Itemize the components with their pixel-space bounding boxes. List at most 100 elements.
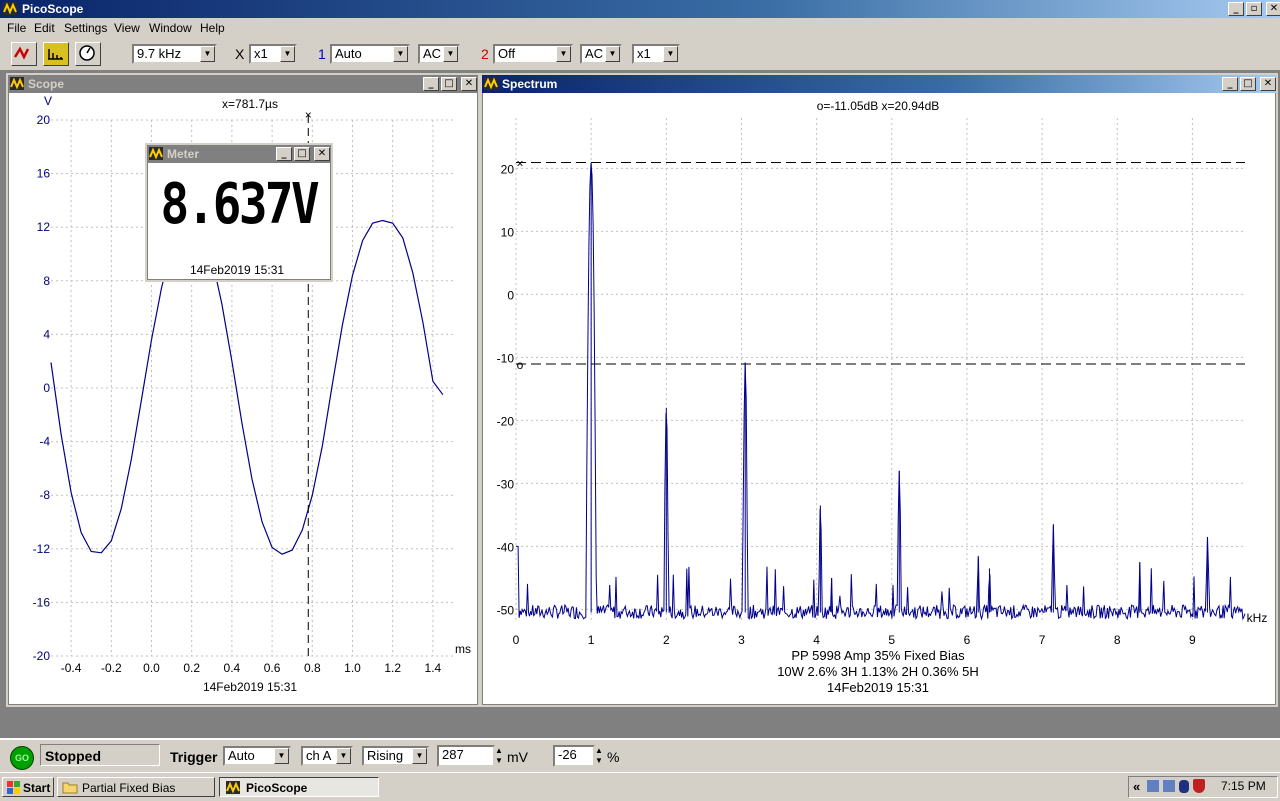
channel-2-coupling-select[interactable]: AC ▼ [580,44,622,64]
scope-x-tick-label: 1.4 [425,661,442,675]
bluetooth-icon[interactable] [1179,780,1189,793]
spectrum-caption-2: 10W 2.6% 3H 1.13% 2H 0.36% 5H [777,664,979,679]
scope-y-tick-label: 8 [43,274,50,288]
trigger-mode-value: Auto [228,748,255,763]
spectrum-x-marker: × [516,156,523,170]
pretrigger-input[interactable]: -26 [553,745,595,767]
spectrum-window: Spectrum _ □ ✕ o=-11.05dB x=20.94dB kHz … [480,73,1278,707]
task-partial-fixed-bias[interactable]: Partial Fixed Bias [57,777,215,797]
meter-view-button[interactable] [75,42,101,66]
chevron-down-icon: ▼ [443,46,458,62]
scope-cursor-readout: x=781.7µs [222,97,278,111]
scope-x-tick-label: 0.4 [224,661,241,675]
channel-2-multiplier-select[interactable]: x1 ▼ [632,44,680,64]
channel-1-label: 1 [318,46,326,62]
spectrum-y-tick-label: 20 [501,162,515,176]
maximize-button[interactable]: □ [294,147,310,161]
spectrum-y-tick-label: 10 [501,225,515,239]
close-button[interactable]: ✕ [461,77,477,91]
app-title: PicoScope [22,2,84,16]
channel-2-range-select[interactable]: Off ▼ [493,44,573,64]
scope-y-tick-label: -4 [39,435,50,449]
spectrum-y-tick-label: -30 [497,477,515,491]
trigger-level-unit: mV [507,749,528,765]
chevron-down-icon: ▼ [556,46,571,62]
spectrum-view-button[interactable] [43,42,69,66]
spectrum-x-tick-label: 2 [663,633,670,647]
clock: 7:15 PM [1221,779,1266,793]
zoom-select[interactable]: x1 ▼ [249,44,297,64]
close-button[interactable]: ✕ [1266,2,1280,16]
picoscope-app-icon [149,147,163,160]
shield-icon[interactable] [1193,779,1205,793]
scope-view-button[interactable] [11,42,37,66]
trigger-channel-select[interactable]: ch A ▼ [301,746,353,766]
minimize-button[interactable]: _ [1222,77,1238,91]
spectrum-icon [48,49,63,60]
trigger-level-input[interactable]: 287 [437,745,495,767]
trigger-mode-select[interactable]: Auto ▼ [223,746,291,766]
task-picoscope[interactable]: PicoScope [219,777,379,797]
channel-1-range-value: Auto [335,46,362,61]
status-bar: GO Stopped Trigger Auto ▼ ch A ▼ Rising … [0,738,1280,774]
channel-2-multiplier-value: x1 [637,46,651,61]
scope-title-bar: Scope _ □ ✕ [8,75,478,93]
spectrum-title-bar: Spectrum _ □ ✕ [482,75,1276,93]
channel-2-label: 2 [481,46,489,62]
task-label: PicoScope [246,781,308,795]
tray-expand-icon[interactable]: « [1133,779,1140,794]
timebase-value: 9.7 kHz [137,46,182,61]
scope-icon [13,46,30,60]
zoom-x-label: X [235,46,245,62]
go-button[interactable]: GO [10,746,34,770]
menu-bar: File Edit Settings View Window Help [0,18,1280,38]
scope-x-tick-label: 1.2 [384,661,401,675]
spectrum-cursor-readout: o=-11.05dB x=20.94dB [817,99,940,113]
meter-value: 8.637V [160,172,320,237]
chevron-down-icon: ▼ [336,748,351,764]
scope-x-tick-label: 1.0 [344,661,361,675]
scope-y-tick-label: 12 [37,220,51,234]
minimize-button[interactable]: _ [276,147,292,161]
timebase-select[interactable]: 9.7 kHz ▼ [132,44,217,64]
restore-button[interactable]: ▫ [1246,2,1262,16]
pretrigger-spinner-icon[interactable]: ▲ ▼ [595,746,603,766]
zoom-value: x1 [254,46,268,61]
chevron-down-icon: ▼ [280,46,295,62]
app-title-bar: PicoScope _ ▫ ✕ [0,0,1280,18]
minimize-button[interactable]: _ [423,77,439,91]
menu-view[interactable]: View [114,21,140,35]
scope-y-tick-label: 16 [37,167,51,181]
close-button[interactable]: ✕ [314,147,330,161]
close-button[interactable]: ✕ [1260,77,1276,91]
menu-window[interactable]: Window [149,21,192,35]
maximize-button[interactable]: □ [1240,77,1256,91]
chevron-down-icon: ▼ [393,46,408,62]
channel-1-coupling-select[interactable]: AC ▼ [418,44,460,64]
meter-title-bar: Meter _ □ ✕ [147,145,331,163]
menu-file[interactable]: File [7,21,26,35]
scope-y-tick-label: -20 [33,649,51,663]
menu-edit[interactable]: Edit [34,21,55,35]
spectrum-chart[interactable]: o=-11.05dB x=20.94dB kHz PP 5998 Amp 35%… [482,93,1272,701]
trigger-level-value: 287 [442,747,464,762]
spectrum-x-tick-label: 7 [1039,633,1046,647]
meter-title: Meter [167,147,200,161]
trigger-label: Trigger [170,749,218,765]
scope-y-tick-label: 0 [43,381,50,395]
spectrum-x-tick-label: 3 [738,633,745,647]
scope-x-tick-label: 0.2 [183,661,200,675]
spectrum-caption-1: PP 5998 Amp 35% Fixed Bias [791,648,965,663]
menu-help[interactable]: Help [200,21,225,35]
network-icon[interactable] [1163,780,1175,792]
minimize-button[interactable]: _ [1228,2,1244,16]
acquisition-status: Stopped [40,744,160,766]
network-icon[interactable] [1147,780,1159,792]
trigger-edge-select[interactable]: Rising ▼ [362,746,429,766]
channel-1-range-select[interactable]: Auto ▼ [330,44,410,64]
menu-settings[interactable]: Settings [64,21,107,35]
start-button[interactable]: Start [2,777,54,797]
system-tray: « 7:15 PM [1128,776,1278,798]
trigger-level-spinner-icon[interactable]: ▲ ▼ [495,746,503,766]
maximize-button[interactable]: □ [441,77,457,91]
